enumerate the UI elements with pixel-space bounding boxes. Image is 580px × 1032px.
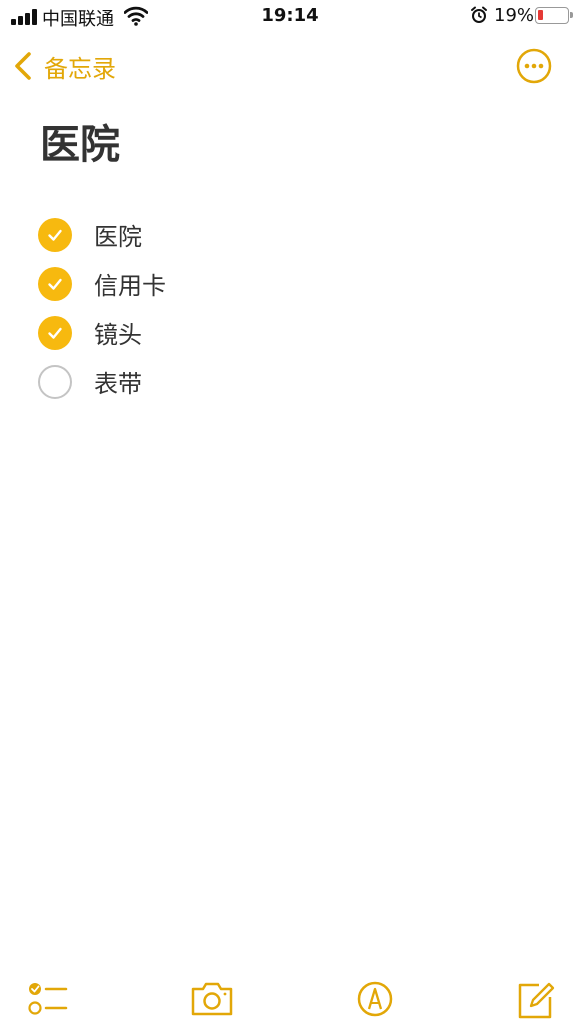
battery-percent: 19% bbox=[494, 5, 535, 26]
checklist-item-label: 表带 bbox=[94, 370, 142, 398]
checkbox-checked-icon[interactable] bbox=[38, 315, 72, 350]
checklist-item-label: 医院 bbox=[94, 223, 142, 251]
battery-icon bbox=[535, 7, 573, 24]
alarm-icon bbox=[471, 6, 487, 23]
checkbox-checked-icon[interactable] bbox=[38, 217, 72, 252]
note-title[interactable]: 医院 bbox=[40, 112, 120, 170]
bottom-toolbar bbox=[0, 975, 580, 1025]
checklist: 医院 信用卡 镜头 表带 bbox=[38, 210, 166, 406]
compose-icon[interactable] bbox=[515, 975, 555, 1023]
back-button[interactable]: 备忘录 bbox=[12, 48, 116, 84]
chevron-left-icon bbox=[15, 52, 31, 80]
checklist-icon[interactable] bbox=[26, 975, 68, 1023]
back-label: 备忘录 bbox=[44, 54, 116, 83]
more-options-button[interactable] bbox=[516, 48, 552, 84]
checkmark-icon bbox=[48, 229, 62, 241]
checkbox-unchecked-icon[interactable] bbox=[38, 364, 72, 399]
checkmark-icon bbox=[48, 278, 62, 290]
camera-icon[interactable] bbox=[190, 975, 234, 1023]
battery-level bbox=[538, 10, 543, 20]
checklist-item-label: 信用卡 bbox=[94, 272, 166, 300]
checkbox-checked-icon[interactable] bbox=[38, 266, 72, 301]
status-time: 19:14 bbox=[261, 5, 319, 26]
checklist-item[interactable]: 表带 bbox=[38, 357, 166, 406]
checklist-item-label: 镜头 bbox=[94, 321, 142, 349]
checklist-item[interactable]: 信用卡 bbox=[38, 259, 166, 308]
checklist-item[interactable]: 镜头 bbox=[38, 308, 166, 357]
checkmark-icon bbox=[48, 327, 62, 339]
markup-pen-icon[interactable] bbox=[356, 975, 394, 1023]
status-bar: 中国联通 19:14 19% bbox=[0, 0, 580, 34]
checklist-item[interactable]: 医院 bbox=[38, 210, 166, 259]
